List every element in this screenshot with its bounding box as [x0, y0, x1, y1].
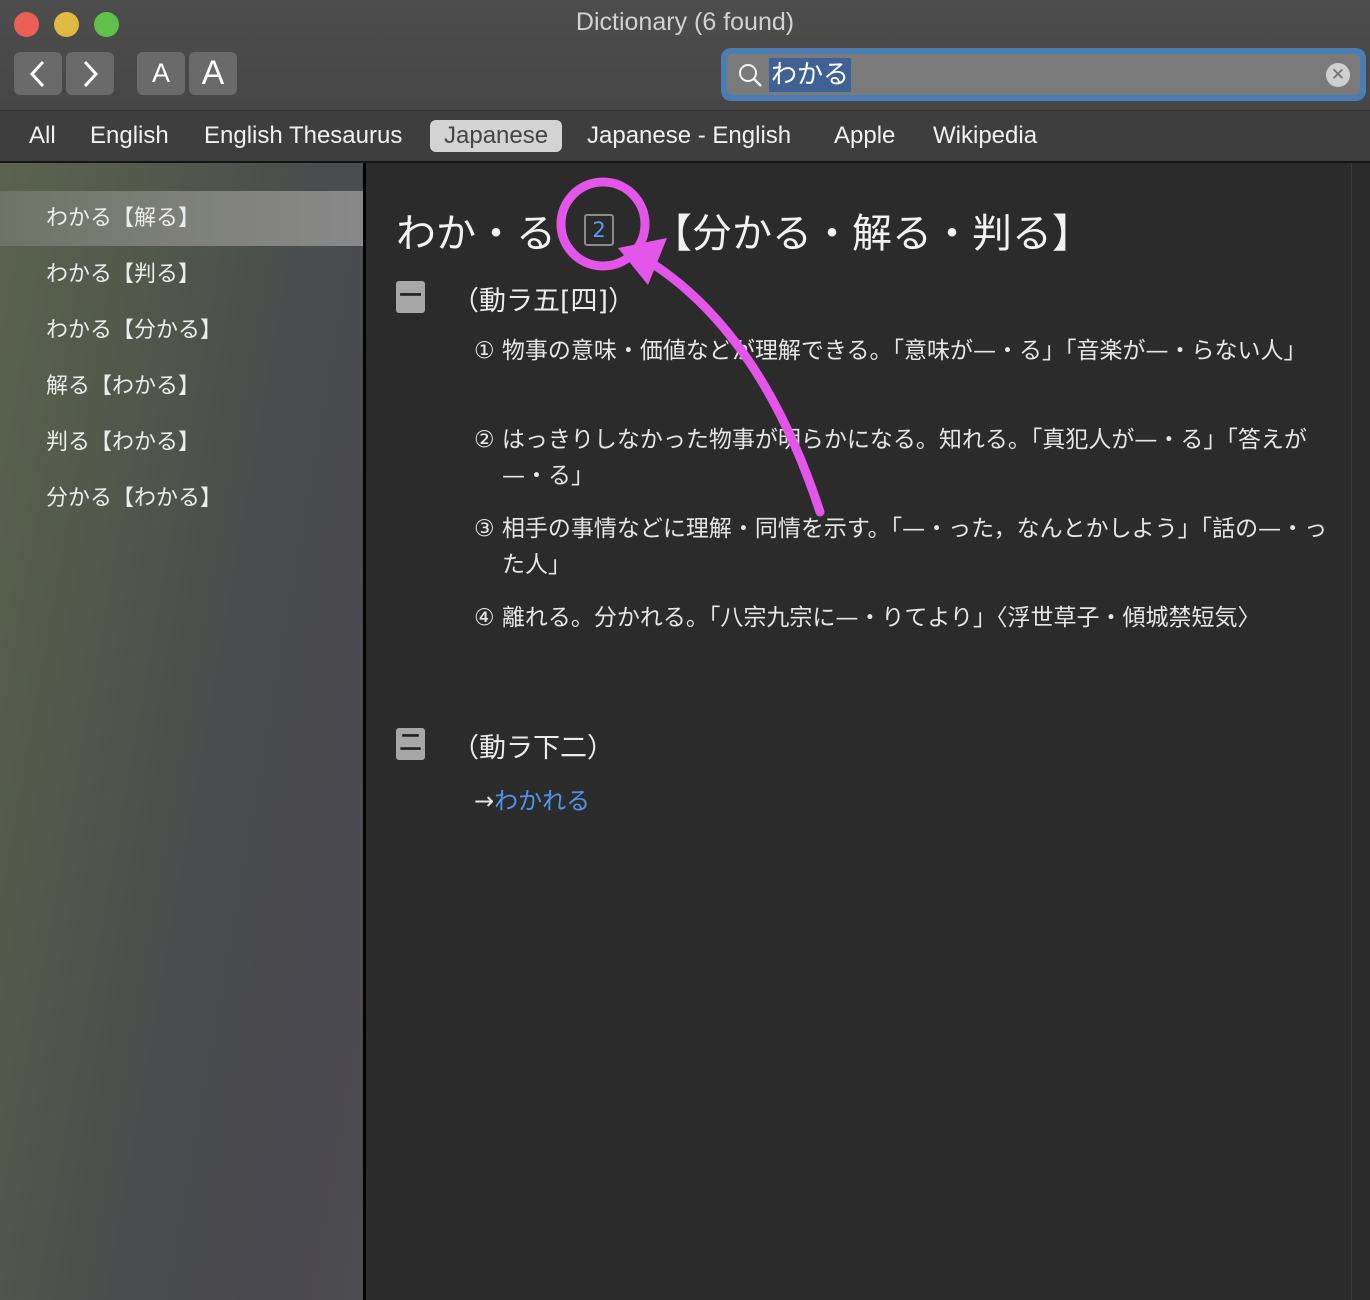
result-item[interactable]: わかる【解る】 — [0, 191, 363, 246]
forward-button[interactable] — [66, 52, 114, 95]
clear-x-icon: ✕ — [1330, 65, 1346, 85]
part-of-speech: （動ラ五[四]） — [452, 286, 636, 317]
definition-item: ② はっきりしなかった物事が明らかになる。知れる。「真犯人が—・る」「答えが—・… — [474, 427, 1307, 489]
title-bar: Dictionary (6 found) A A わかる ✕ — [0, 0, 1370, 111]
chevron-right-icon — [83, 60, 99, 87]
search-value[interactable]: わかる — [769, 57, 852, 92]
tab-japanese-english[interactable]: Japanese - English — [573, 120, 805, 152]
cross-reference: →わかれる — [474, 781, 590, 816]
tab-wikipedia[interactable]: Wikipedia — [919, 120, 1051, 152]
back-button[interactable] — [14, 52, 62, 95]
sense-marker-2: 二 — [396, 728, 425, 760]
entry-headword: わか・る 2 【分かる・解る・判る】 — [396, 201, 1092, 259]
result-item[interactable]: 判る【わかる】 — [0, 415, 363, 470]
xref-link-wakareru[interactable]: わかれる — [494, 787, 590, 815]
definition-item: ① 物事の意味・価値などが理解できる。「意味が—・る」「音楽が—・らない人」 — [474, 338, 1307, 364]
tab-all[interactable]: All — [15, 120, 70, 152]
headword-kanji: 【分かる・解る・判る】 — [652, 211, 1092, 257]
sense-marker-1: 一 — [396, 281, 425, 313]
tab-japanese[interactable]: Japanese — [430, 120, 563, 152]
search-field-focus-ring: わかる ✕ — [721, 48, 1366, 101]
search-input[interactable]: わかる ✕ — [727, 54, 1360, 95]
part-of-speech: （動ラ下二） — [452, 733, 614, 764]
definition-item: ④ 離れる。分かれる。「八宗九宗に—・りてより」〈浮世草子・傾城禁短気〉 — [474, 605, 1261, 631]
font-bigger-button[interactable]: A — [189, 52, 237, 95]
entry-content: わか・る 2 【分かる・解る・判る】 一 （動ラ五[四]） ① 物事の意味・価値… — [366, 163, 1351, 1300]
font-smaller-button[interactable]: A — [137, 52, 185, 95]
result-item[interactable]: わかる【分かる】 — [0, 303, 363, 358]
headword-reading: わか・る — [396, 211, 556, 257]
definition-item: ③ 相手の事情などに理解・同情を示す。「—・った，なんとかしよう」「話の—・った… — [474, 516, 1328, 578]
scroll-area-edge — [1351, 163, 1370, 1300]
results-sidebar: わかる【解る】 わかる【判る】 わかる【分かる】 解る【わかる】 判る【わかる】… — [0, 163, 363, 1300]
tab-english[interactable]: English — [76, 120, 183, 152]
chevron-left-icon — [29, 60, 45, 87]
result-item[interactable]: 分かる【わかる】 — [0, 471, 363, 526]
homograph-number-badge: 2 — [584, 214, 614, 246]
tab-english-thesaurus[interactable]: English Thesaurus — [190, 120, 416, 152]
result-item[interactable]: 解る【わかる】 — [0, 359, 363, 414]
tab-apple[interactable]: Apple — [820, 120, 909, 152]
result-item[interactable]: わかる【判る】 — [0, 247, 363, 302]
clear-search-button[interactable]: ✕ — [1326, 63, 1350, 87]
window-title: Dictionary (6 found) — [575, 8, 795, 36]
magnifying-glass-icon — [739, 63, 762, 87]
arrow-icon: → — [474, 787, 495, 815]
source-tab-bar: All English English Thesaurus Japanese J… — [0, 111, 1370, 163]
